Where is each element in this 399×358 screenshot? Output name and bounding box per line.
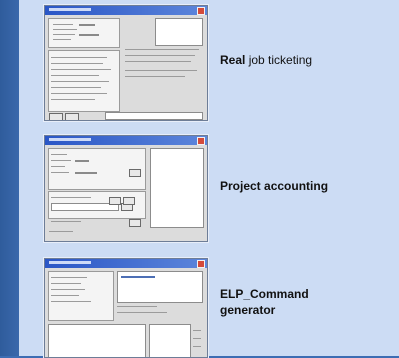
window-titlebar xyxy=(45,259,207,268)
label-1-rest: job ticketing xyxy=(245,53,313,67)
slide-left-bar xyxy=(0,0,19,356)
slide-label-2: Project accounting xyxy=(220,179,329,193)
label-1-bold: Real xyxy=(220,53,246,67)
close-icon xyxy=(197,137,205,145)
close-icon xyxy=(197,7,205,15)
slide-label-3: ELP_Command generator xyxy=(220,287,309,317)
command-generator-screenshot xyxy=(44,258,208,358)
window-titlebar xyxy=(45,6,207,15)
slide-label-1: Real job ticketing xyxy=(220,52,312,68)
project-accounting-screenshot xyxy=(44,135,208,242)
job-ticketing-screenshot xyxy=(44,5,208,121)
content-panel: Real job ticketing Project accounting EL… xyxy=(19,0,399,358)
close-icon xyxy=(197,260,205,268)
window-titlebar xyxy=(45,136,207,145)
